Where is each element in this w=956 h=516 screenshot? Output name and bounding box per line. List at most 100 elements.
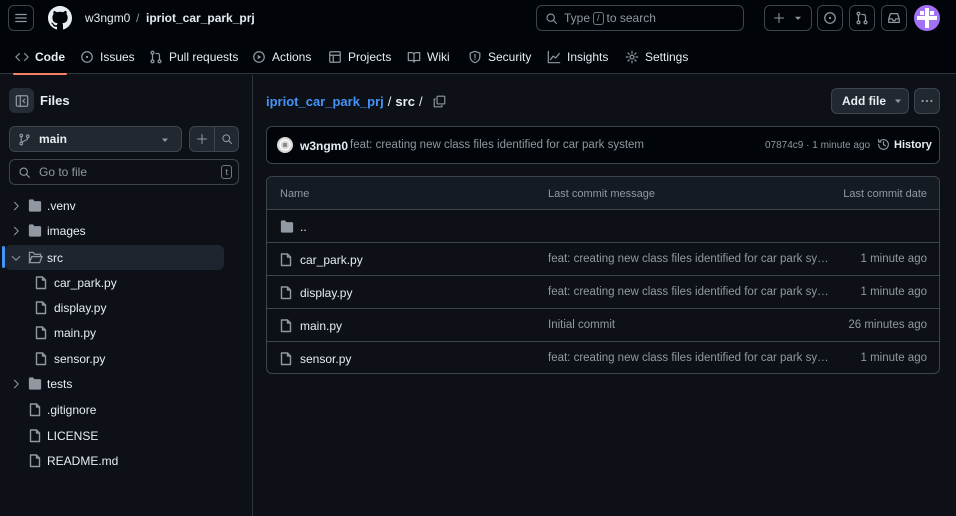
commit-message[interactable]: feat: creating new class files identifie…	[350, 139, 644, 151]
row-name[interactable]: ..	[300, 220, 307, 234]
table-row[interactable]: display.py feat: creating new class file…	[267, 276, 939, 309]
kebab-horizontal-icon	[921, 99, 933, 103]
table-header: Name Last commit message Last commit dat…	[267, 177, 939, 210]
file-tree-sidebar: Files main Go to file t .venv images src	[0, 75, 253, 516]
breadcrumb-separator: /	[418, 94, 423, 109]
tree-file-license[interactable]: LICENSE	[0, 423, 224, 448]
add-file-sidebar-button[interactable]	[190, 127, 214, 151]
create-new-button[interactable]	[764, 5, 812, 31]
go-to-file-placeholder: Go to file	[39, 165, 88, 179]
repo-nav-tabs: Code Issues Pull requests Actions Projec…	[0, 40, 956, 75]
header-last-commit-message: Last commit message	[548, 188, 655, 200]
pull-request-icon	[150, 50, 162, 64]
tree-folder-tests[interactable]: tests	[0, 371, 224, 396]
menu-button[interactable]	[8, 5, 34, 31]
collapse-sidebar-button[interactable]	[9, 88, 34, 113]
file-listing-table: Name Last commit message Last commit dat…	[266, 176, 940, 374]
add-file-button[interactable]: Add file	[831, 88, 909, 114]
row-name[interactable]: display.py	[300, 286, 352, 300]
row-commit-date: 1 minute ago	[860, 253, 928, 265]
pull-requests-button[interactable]	[849, 5, 875, 31]
table-row[interactable]: car_park.py feat: creating new class fil…	[267, 243, 939, 276]
latest-commit-bar: w3ngm0 feat: creating new class files id…	[266, 126, 940, 164]
file-icon	[35, 276, 47, 290]
tree-folder-venv[interactable]: .venv	[0, 193, 224, 218]
commit-author-avatar[interactable]	[277, 137, 293, 153]
inbox-icon	[888, 13, 900, 23]
folder-icon	[28, 377, 42, 390]
user-avatar[interactable]	[914, 5, 940, 31]
tree-file-readme[interactable]: README.md	[0, 448, 224, 473]
tree-file-display[interactable]: display.py	[0, 295, 224, 320]
issue-icon	[81, 51, 93, 63]
breadcrumb-repo-link[interactable]: ipriot_car_park_prj	[266, 94, 384, 109]
tab-projects-label: Projects	[348, 50, 392, 64]
tree-file-sensor[interactable]: sensor.py	[0, 346, 224, 371]
owner-link[interactable]: w3ngm0	[85, 11, 130, 25]
tab-pull-requests[interactable]: Pull requests	[149, 40, 238, 74]
tree-file-main[interactable]: main.py	[0, 320, 224, 345]
table-row[interactable]: main.py Initial commit 26 minutes ago	[267, 309, 939, 342]
tab-code[interactable]: Code	[13, 40, 67, 75]
code-icon	[15, 52, 29, 62]
tab-insights-label: Insights	[567, 50, 609, 64]
search-icon	[19, 166, 30, 178]
tab-security[interactable]: Security	[468, 40, 531, 74]
tree-file-car-park[interactable]: car_park.py	[0, 270, 224, 295]
plus-icon	[773, 12, 785, 24]
tree-folder-src[interactable]: src	[5, 245, 224, 270]
tab-wiki[interactable]: Wiki	[407, 40, 450, 74]
inbox-button[interactable]	[881, 5, 907, 31]
row-commit-message[interactable]: feat: creating new class files identifie…	[548, 286, 831, 298]
go-to-file-input[interactable]: Go to file t	[9, 159, 239, 185]
plus-icon	[196, 133, 208, 145]
row-commit-message[interactable]: Initial commit	[548, 319, 831, 331]
history-button[interactable]: History	[877, 138, 932, 151]
tab-code-label: Code	[35, 50, 65, 64]
folder-icon	[280, 220, 294, 233]
breadcrumb-separator: /	[136, 11, 140, 25]
row-commit-date: 1 minute ago	[860, 352, 928, 364]
tree-label: display.py	[54, 301, 107, 315]
tab-projects[interactable]: Projects	[328, 40, 391, 74]
chevron-right-icon	[13, 226, 19, 236]
tree-label: .venv	[47, 199, 76, 213]
more-options-button[interactable]	[914, 88, 940, 114]
search-icon	[222, 134, 233, 145]
shield-icon	[469, 50, 481, 64]
branch-selector[interactable]: main	[9, 126, 182, 152]
row-commit-message[interactable]: feat: creating new class files identifie…	[548, 352, 831, 364]
row-name[interactable]: car_park.py	[300, 253, 363, 267]
issues-button[interactable]	[817, 5, 843, 31]
folder-icon	[28, 199, 42, 212]
table-row[interactable]: sensor.py feat: creating new class files…	[267, 342, 939, 373]
search-files-button[interactable]	[215, 127, 239, 151]
tree-label: tests	[47, 377, 73, 391]
tab-settings[interactable]: Settings	[625, 40, 688, 74]
tab-issues[interactable]: Issues	[80, 40, 135, 74]
tree-label: images	[47, 224, 86, 238]
history-label: History	[894, 138, 932, 151]
tree-folder-images[interactable]: images	[0, 218, 224, 243]
row-name[interactable]: sensor.py	[300, 352, 351, 366]
tree-file-gitignore[interactable]: .gitignore	[0, 397, 224, 422]
caret-down-icon	[162, 138, 168, 142]
chevron-down-icon	[11, 255, 21, 261]
tab-actions-label: Actions	[272, 50, 312, 64]
row-commit-message[interactable]: feat: creating new class files identifie…	[548, 253, 831, 265]
header-last-commit-date: Last commit date	[843, 188, 927, 200]
file-icon	[35, 352, 47, 366]
commit-hash-time[interactable]: 07874c9 · 1 minute ago	[765, 140, 870, 151]
tree-label: LICENSE	[47, 429, 99, 443]
repo-link[interactable]: ipriot_car_park_prj	[146, 11, 255, 25]
copy-icon[interactable]	[433, 95, 446, 108]
tab-insights[interactable]: Insights	[547, 40, 608, 74]
table-row-parent-dir[interactable]: ..	[267, 210, 939, 243]
row-name[interactable]: main.py	[300, 319, 342, 333]
search-input[interactable]: Type / to search	[536, 5, 744, 31]
github-logo-icon[interactable]	[48, 6, 72, 30]
breadcrumb-current: src	[395, 94, 415, 109]
tab-actions[interactable]: Actions	[252, 40, 311, 74]
tab-pull-requests-label: Pull requests	[169, 50, 239, 64]
commit-author[interactable]: w3ngm0	[300, 139, 348, 153]
